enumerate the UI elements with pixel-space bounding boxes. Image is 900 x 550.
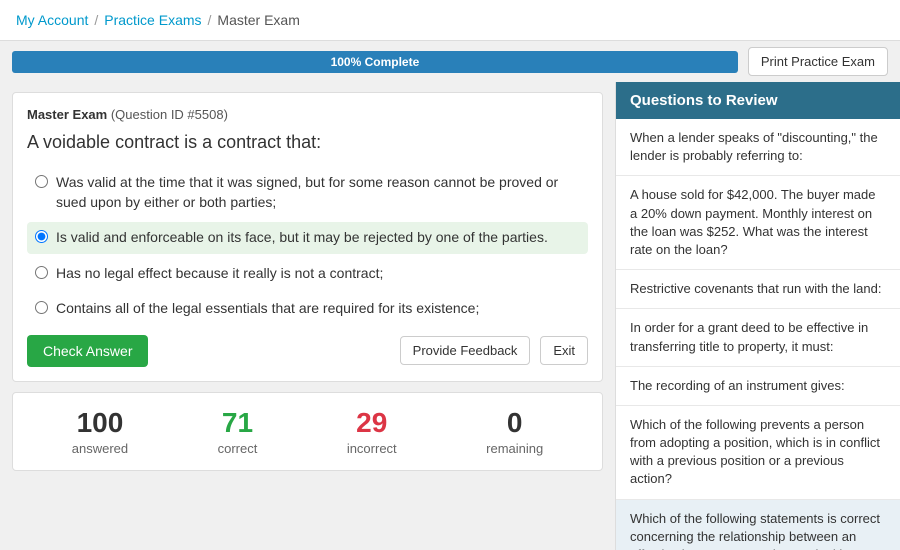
separator-2: / [208,12,212,28]
stat-correct: 71 correct [218,407,258,456]
correct-value: 71 [218,407,258,439]
provide-feedback-button[interactable]: Provide Feedback [400,336,531,365]
answer-label-c: Has no legal effect because it really is… [56,264,383,284]
breadcrumb: My Account / Practice Exams / Master Exa… [0,0,900,41]
stat-answered: 100 answered [72,407,128,456]
right-panel-header: Questions to Review [616,82,900,119]
answer-label-d: Contains all of the legal essentials tha… [56,299,479,319]
question-id: (Question ID #5508) [111,107,228,122]
answer-label-a: Was valid at the time that it was signed… [56,173,580,212]
answer-option-d[interactable]: Contains all of the legal essentials tha… [27,293,588,325]
right-panel-list: When a lender speaks of "discounting," t… [616,119,900,550]
stats-card: 100 answered 71 correct 29 incorrect 0 r… [12,392,603,471]
review-item-6[interactable]: Which of the following statements is cor… [616,500,900,550]
remaining-value: 0 [486,407,543,439]
answered-value: 100 [72,407,128,439]
current-page-label: Master Exam [217,12,299,28]
radio-c[interactable] [35,266,48,279]
radio-b[interactable] [35,230,48,243]
question-text: A voidable contract is a contract that: [27,132,588,153]
progress-bar-container: 100% Complete [12,51,738,73]
exit-button[interactable]: Exit [540,336,588,365]
review-item-4[interactable]: The recording of an instrument gives: [616,367,900,406]
card-actions: Check Answer Provide Feedback Exit [27,335,588,367]
progress-outer: 100% Complete [12,51,738,73]
review-item-3[interactable]: In order for a grant deed to be effectiv… [616,309,900,366]
progress-label: 100% Complete [331,55,420,69]
stat-remaining: 0 remaining [486,407,543,456]
question-card-header: Master Exam (Question ID #5508) [27,107,588,122]
answer-option-a[interactable]: Was valid at the time that it was signed… [27,167,588,218]
incorrect-value: 29 [347,407,397,439]
check-answer-button[interactable]: Check Answer [27,335,148,367]
radio-d[interactable] [35,301,48,314]
radio-a[interactable] [35,175,48,188]
review-item-1[interactable]: A house sold for $42,000. The buyer made… [616,176,900,270]
my-account-link[interactable]: My Account [16,12,88,28]
right-panel: Questions to Review When a lender speaks… [615,82,900,550]
remaining-label: remaining [486,441,543,456]
practice-exams-link[interactable]: Practice Exams [104,12,201,28]
stat-incorrect: 29 incorrect [347,407,397,456]
question-card: Master Exam (Question ID #5508) A voidab… [12,92,603,382]
left-area: Master Exam (Question ID #5508) A voidab… [0,82,615,550]
exam-name: Master Exam [27,107,107,122]
incorrect-label: incorrect [347,441,397,456]
separator-1: / [94,12,98,28]
answer-label-b: Is valid and enforceable on its face, bu… [56,228,548,248]
answer-option-b[interactable]: Is valid and enforceable on its face, bu… [27,222,588,254]
review-item-5[interactable]: Which of the following prevents a person… [616,406,900,500]
print-button[interactable]: Print Practice Exam [748,47,888,76]
secondary-actions: Provide Feedback Exit [400,336,588,365]
correct-label: correct [218,441,258,456]
progress-fill: 100% Complete [12,51,738,73]
answered-label: answered [72,441,128,456]
content-area: Master Exam (Question ID #5508) A voidab… [0,82,900,550]
review-item-2[interactable]: Restrictive covenants that run with the … [616,270,900,309]
review-item-0[interactable]: When a lender speaks of "discounting," t… [616,119,900,176]
top-row: 100% Complete Print Practice Exam [0,41,900,82]
answer-option-c[interactable]: Has no legal effect because it really is… [27,258,588,290]
